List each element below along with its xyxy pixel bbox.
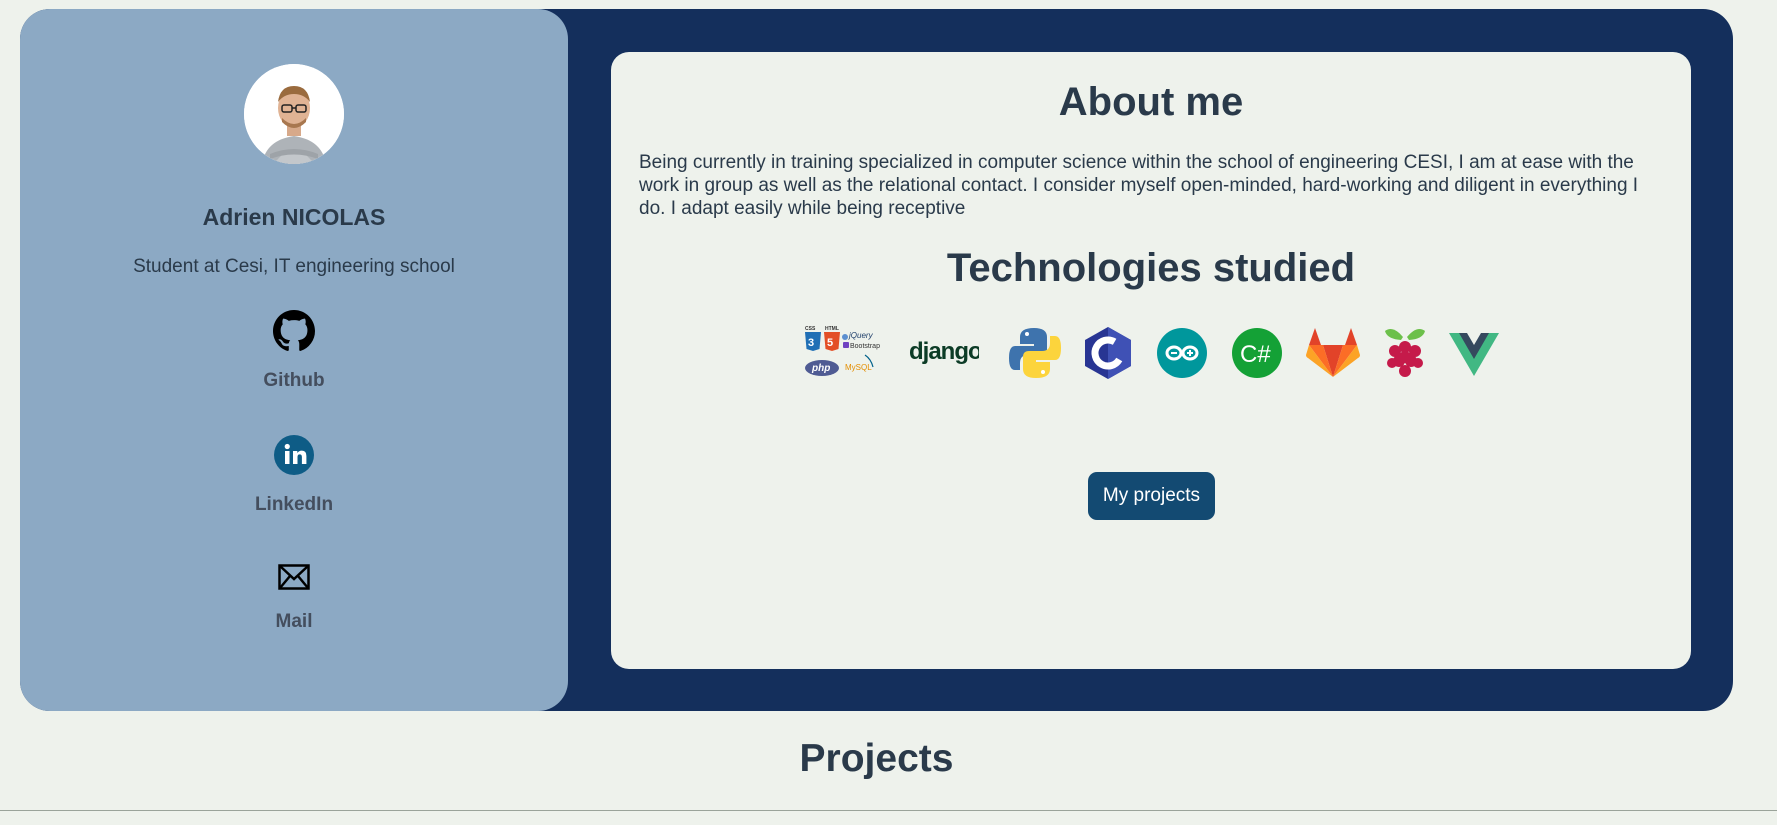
profile-sidebar: Adrien NICOLAS Student at Cesi, IT engin… bbox=[20, 9, 568, 711]
linkedin-label: LinkedIn bbox=[254, 494, 334, 515]
c-language-icon bbox=[1085, 327, 1131, 379]
avatar bbox=[244, 64, 344, 164]
svg-text:CSS: CSS bbox=[805, 326, 816, 332]
svg-text:django: django bbox=[909, 338, 979, 365]
technologies-list: CSS HTML 3 5 jQuery Bootstrap php MySQL … bbox=[611, 325, 1691, 381]
section-divider bbox=[0, 810, 1777, 811]
github-link[interactable]: Github bbox=[20, 310, 568, 392]
mail-link[interactable]: Mail bbox=[20, 564, 568, 633]
about-text: Being currently in training specialized … bbox=[639, 152, 1639, 219]
django-icon: django bbox=[909, 338, 979, 365]
github-label: Github bbox=[263, 370, 325, 391]
mail-label: Mail bbox=[275, 611, 313, 632]
svg-text:MySQL: MySQL bbox=[845, 363, 872, 372]
github-icon bbox=[273, 310, 315, 351]
profile-role: Student at Cesi, IT engineering school bbox=[133, 256, 455, 277]
gitlab-icon bbox=[1306, 328, 1360, 377]
mail-icon bbox=[278, 564, 310, 590]
linkedin-link[interactable]: LinkedIn bbox=[20, 434, 568, 516]
profile-name: Adrien NICOLAS bbox=[202, 204, 386, 230]
raspberry-pi-icon bbox=[1385, 329, 1425, 377]
svg-text:jQuery: jQuery bbox=[848, 331, 874, 340]
svg-text:Bootstrap: Bootstrap bbox=[850, 343, 880, 350]
profile-card: Adrien NICOLAS Student at Cesi, IT engin… bbox=[20, 9, 1733, 711]
svg-text:C#: C# bbox=[1240, 341, 1271, 368]
svg-text:php: php bbox=[811, 363, 830, 374]
csharp-icon: C# bbox=[1232, 328, 1282, 378]
web-stack-icon: CSS HTML 3 5 jQuery Bootstrap php MySQL bbox=[805, 326, 880, 376]
svg-text:5: 5 bbox=[827, 337, 833, 349]
svg-text:HTML: HTML bbox=[825, 326, 839, 332]
linkedin-icon bbox=[274, 435, 314, 475]
projects-section-title: Projects bbox=[799, 737, 954, 780]
python-icon bbox=[1009, 328, 1061, 378]
vue-icon bbox=[1449, 333, 1499, 376]
svg-text:3: 3 bbox=[808, 337, 814, 349]
about-panel: About me Being currently in training spe… bbox=[611, 52, 1691, 669]
about-title: About me bbox=[1058, 80, 1244, 124]
arduino-icon bbox=[1157, 328, 1207, 378]
my-projects-button[interactable]: My projects bbox=[1088, 472, 1215, 520]
technologies-title: Technologies studied bbox=[946, 246, 1356, 290]
